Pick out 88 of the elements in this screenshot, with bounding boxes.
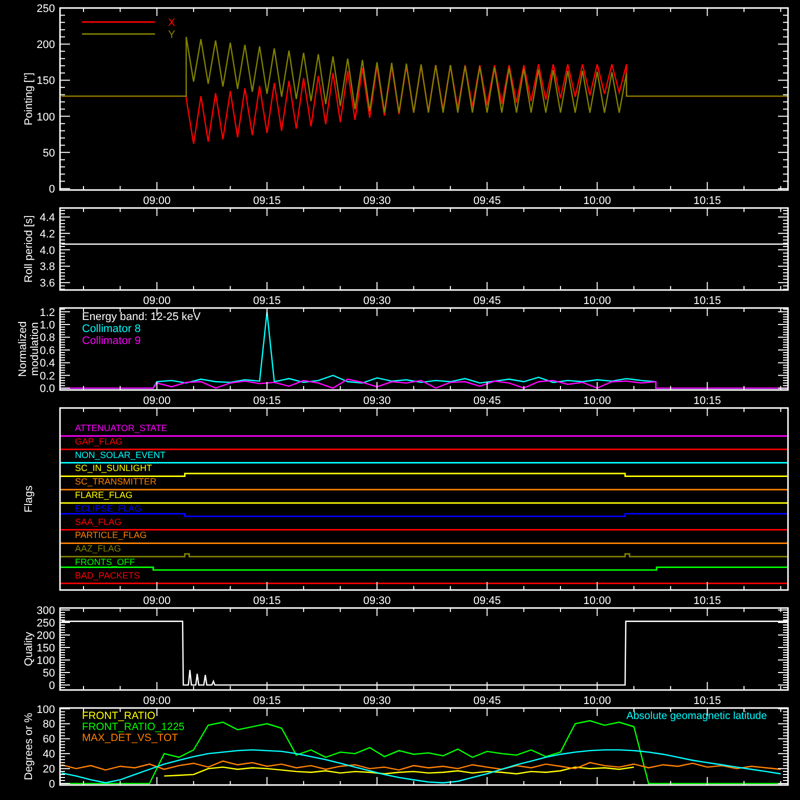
- axis-title: Pointing ["]: [23, 72, 35, 126]
- tick-label: 0.0: [40, 383, 55, 396]
- tick-label: 09:45: [473, 395, 501, 405]
- axis-title: Degrees or %: [23, 712, 35, 780]
- tick-label: 09:15: [253, 595, 281, 605]
- legend-label: Collimator 8: [82, 323, 141, 335]
- chart-title: Energy band: 12-25 keV: [82, 311, 201, 323]
- tick-label: 10:15: [694, 295, 722, 305]
- flag-label: FRONTS_OFF: [75, 557, 135, 567]
- tick-label: 09:30: [363, 195, 391, 205]
- tick-label: 0.2: [40, 370, 55, 382]
- tick-label: 150: [36, 642, 55, 654]
- tick-label: 09:45: [473, 695, 501, 705]
- legend-label: Absolute geomagnetic latitude: [626, 710, 767, 722]
- tick-label: 09:15: [253, 295, 281, 305]
- flag-label: SC_TRANSMITTER: [75, 476, 157, 487]
- tick-label: 10:15: [694, 595, 722, 605]
- tick-label: 10:15: [694, 395, 722, 405]
- flag-label: AAZ_FLAG: [75, 544, 122, 554]
- tick-label: 80: [42, 718, 55, 731]
- tick-label: 10:00: [583, 695, 611, 705]
- flag-label: PARTICLE_FLAG: [75, 530, 147, 540]
- tick-label: 09:45: [473, 195, 501, 205]
- tick-label: 200: [36, 39, 55, 52]
- tick-label: 0.6: [40, 344, 55, 357]
- tick-label: 40: [42, 748, 55, 761]
- flag-label: SAA_FLAG: [75, 516, 122, 527]
- tick-label: 3.6: [40, 278, 55, 290]
- tick-label: 250: [36, 3, 55, 15]
- tick-label: 100: [36, 111, 55, 124]
- tick-label: 09:30: [363, 595, 391, 605]
- legend-label: FRONT_RATIO_1225: [82, 721, 185, 733]
- tick-label: 100: [36, 705, 55, 716]
- tick-label: 150: [36, 75, 55, 88]
- tick-label: 09:15: [253, 195, 281, 205]
- legend-label: MAX_DET_VS_TOT: [82, 732, 178, 744]
- tick-label: 09:15: [253, 395, 281, 405]
- legend-label: FRONT_RATIO: [82, 710, 156, 722]
- tick-label: 09:30: [363, 395, 391, 405]
- tick-label: 10:15: [694, 195, 722, 205]
- tick-label: 10:00: [583, 595, 611, 605]
- tick-label: 10:00: [583, 195, 611, 205]
- legend-label: X: [168, 17, 176, 29]
- tick-label: 4.4: [40, 212, 55, 224]
- tick-label: 0: [48, 778, 55, 790]
- tick-label: 4.0: [40, 244, 55, 257]
- tick-label: 0.4: [40, 358, 55, 370]
- legend-label: Collimator 9: [82, 335, 141, 347]
- tick-label: 09:45: [473, 595, 501, 605]
- tick-label: 3.8: [40, 261, 55, 274]
- tick-label: 1.2: [40, 306, 55, 319]
- tick-label: 0: [48, 184, 55, 196]
- tick-label: 09:30: [363, 695, 391, 705]
- flag-label: NON_SOLAR_EVENT: [75, 450, 166, 460]
- axis-title: Flags: [23, 486, 35, 512]
- tick-label: 10:00: [583, 395, 611, 405]
- tick-label: 50: [42, 668, 55, 680]
- tick-label: 09:00: [143, 595, 171, 605]
- axis-title: Normalized modulation: [17, 321, 41, 377]
- tick-label: 20: [42, 764, 55, 776]
- tick-label: 0: [48, 680, 55, 692]
- tick-label: 09:00: [143, 395, 171, 405]
- flag-label: ECLIPSE_FLAG: [75, 503, 142, 514]
- tick-label: 4.2: [40, 228, 55, 240]
- legend-label: Y: [168, 29, 176, 41]
- tick-label: 50: [42, 147, 55, 160]
- tick-label: 09:00: [143, 295, 171, 305]
- tick-label: 09:45: [473, 295, 501, 305]
- axis-title: Roll period [s]: [23, 215, 35, 283]
- tick-label: 09:00: [143, 195, 171, 205]
- flag-label: ATTENUATOR_STATE: [75, 423, 168, 433]
- tick-label: 250: [36, 618, 55, 630]
- tick-label: 60: [42, 734, 55, 746]
- tick-label: 09:00: [143, 695, 171, 705]
- tick-label: 0.8: [40, 332, 55, 344]
- tick-label: 1.0: [40, 320, 55, 332]
- tick-label: 100: [36, 655, 55, 667]
- tick-label: 10:15: [694, 695, 722, 705]
- tick-label: 09:15: [253, 695, 281, 705]
- tick-label: 09:30: [363, 295, 391, 305]
- flag-label: GAP_FLAG: [75, 436, 123, 446]
- tick-label: 10:00: [583, 295, 611, 305]
- flag-label: BAD_PACKETS: [75, 570, 140, 580]
- tick-label: 300: [36, 605, 55, 617]
- tick-label: 200: [36, 630, 55, 642]
- flag-label: FLARE_FLAG: [75, 490, 133, 500]
- axis-title: Quality: [23, 632, 35, 666]
- flag-label: SC_IN_SUNLIGHT: [75, 463, 152, 474]
